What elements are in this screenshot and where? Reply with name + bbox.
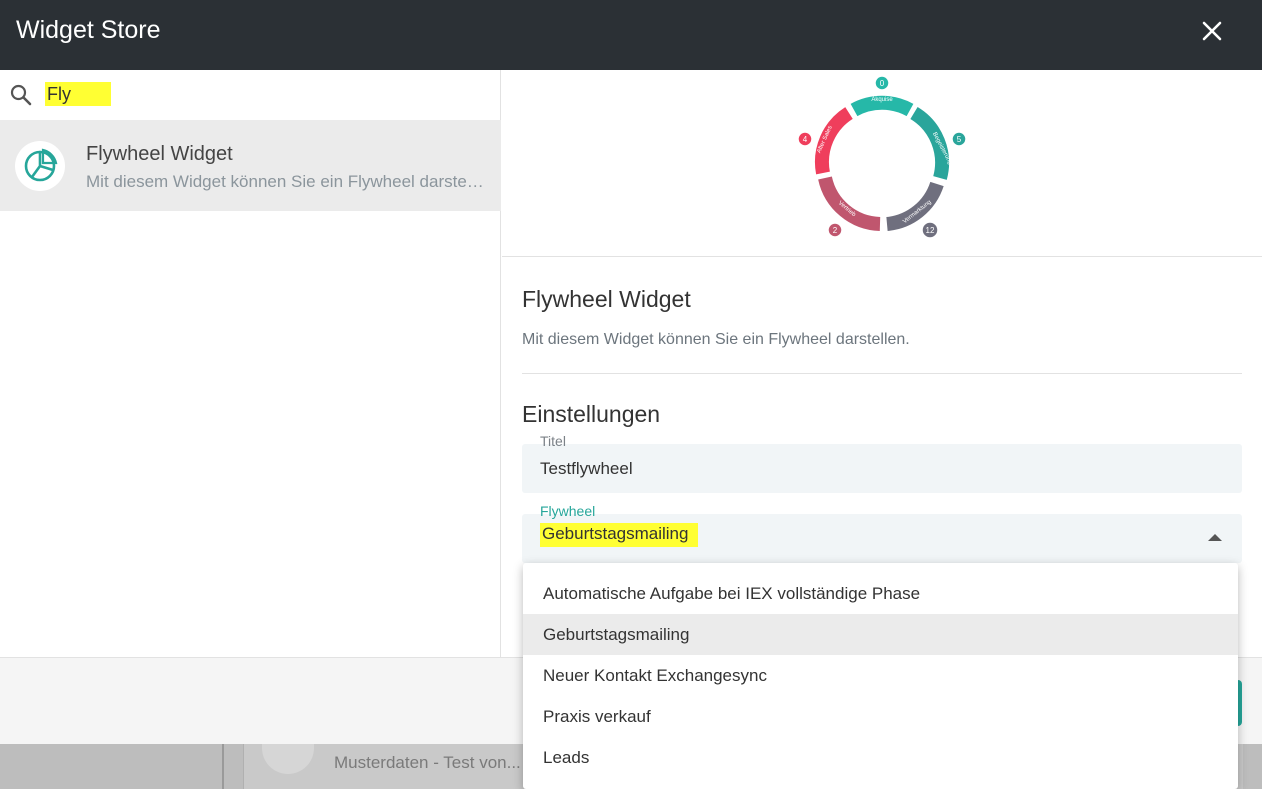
- search-icon: [9, 83, 33, 107]
- title-field[interactable]: Titel Testflywheel: [522, 433, 1242, 493]
- flywheel-dropdown-menu: Automatische Aufgabe bei IEX vollständig…: [523, 563, 1238, 789]
- background-card-text: Musterdaten - Test von...: [334, 753, 521, 772]
- segment-count-vermarktung: 12: [926, 226, 935, 235]
- dropdown-option[interactable]: Automatische Aufgabe bei IEX vollständig…: [523, 573, 1238, 614]
- search-bar: Fly: [0, 70, 501, 120]
- flywheel-select-value: Geburtstagsmailing: [540, 523, 699, 547]
- dropdown-option[interactable]: Neuer Kontakt Exchangesync: [523, 655, 1238, 696]
- flywheel-select[interactable]: Flywheel Geburtstagsmailing: [522, 503, 1242, 563]
- widget-list-panel: Fly Flywheel Widget Mit diesem Widget kö…: [0, 70, 501, 657]
- chevron-up-icon[interactable]: [1208, 534, 1222, 541]
- background-divider: [222, 744, 224, 789]
- flywheel-select-label: Flywheel: [540, 503, 596, 519]
- dropdown-option[interactable]: Leads: [523, 737, 1238, 778]
- segment-count-akquise: 0: [880, 79, 885, 88]
- flywheel-chart-icon: [15, 141, 65, 191]
- widget-result-description: Mit diesem Widget können Sie ein Flywhee…: [86, 172, 486, 191]
- segment-count-begeisterung: 5: [957, 135, 962, 144]
- title-field-label: Titel: [540, 433, 566, 449]
- flywheel-preview-graphic: 0 5 12 2 4 Akquise Begeisterung Vermarkt…: [797, 75, 967, 239]
- widget-title: Flywheel Widget: [522, 286, 691, 312]
- widget-result-title: Flywheel Widget: [86, 143, 233, 165]
- dropdown-option[interactable]: Praxis verkauf: [523, 696, 1238, 737]
- widget-preview: 0 5 12 2 4 Akquise Begeisterung Vermarkt…: [502, 70, 1262, 257]
- search-input[interactable]: Fly: [45, 82, 111, 106]
- divider: [522, 373, 1242, 374]
- dialog-title: Widget Store: [16, 16, 161, 44]
- widget-description: Mit diesem Widget können Sie ein Flywhee…: [522, 331, 910, 348]
- segment-label-akquise: Akquise: [871, 97, 893, 103]
- segment-count-after-sales: 4: [803, 135, 808, 144]
- widget-result-item[interactable]: Flywheel Widget Mit diesem Widget können…: [0, 120, 501, 211]
- segment-count-vertrieb: 2: [833, 226, 838, 235]
- dropdown-option-selected[interactable]: Geburtstagsmailing: [523, 614, 1238, 655]
- settings-heading: Einstellungen: [522, 401, 661, 427]
- close-icon[interactable]: [1194, 13, 1230, 49]
- title-field-value[interactable]: Testflywheel: [540, 459, 633, 479]
- dialog-titlebar: Widget Store: [0, 0, 1262, 70]
